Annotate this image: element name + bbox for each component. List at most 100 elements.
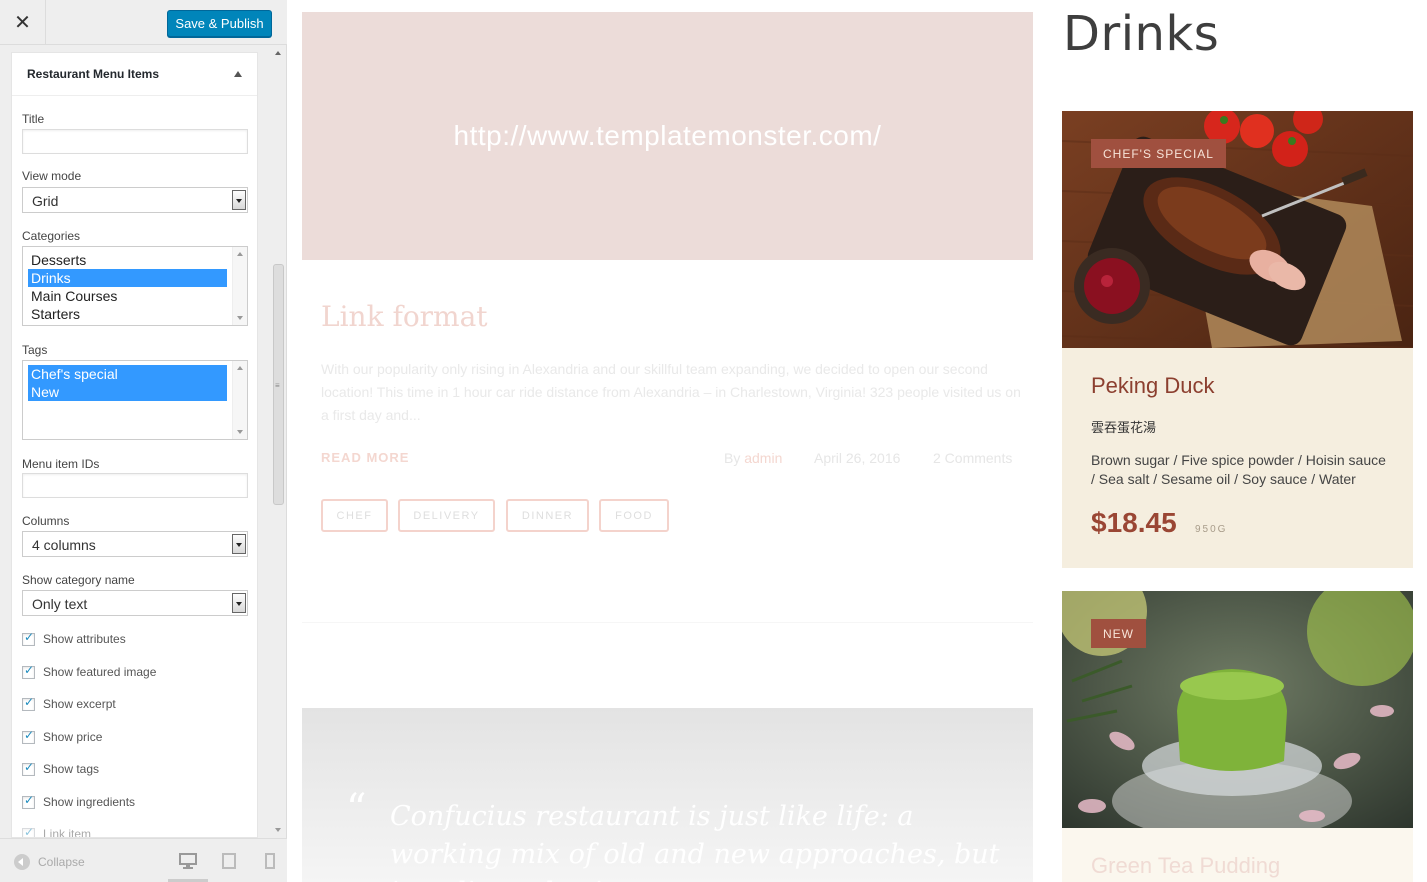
customizer-footer: Collapse <box>0 838 287 882</box>
show-category-label: Show category name <box>22 573 135 587</box>
tags-label: Tags <box>22 343 48 357</box>
show-excerpt-checkbox[interactable]: Show excerpt <box>22 695 116 711</box>
checkbox-label: Link item <box>43 827 92 838</box>
widget-header[interactable]: Restaurant Menu Items <box>12 53 257 96</box>
scroll-down-icon[interactable] <box>275 828 281 832</box>
checkbox-icon[interactable] <box>22 695 35 711</box>
category-option[interactable]: Desserts <box>28 251 227 269</box>
new-badge: NEW <box>1091 619 1146 648</box>
show-category-value: Only text <box>32 596 88 612</box>
categories-listbox[interactable]: Desserts Drinks Main Courses Starters <box>22 246 248 326</box>
post-meta-by: By admin <box>724 450 782 466</box>
columns-value: 4 columns <box>32 537 96 553</box>
listbox-scrollbar[interactable] <box>232 361 247 439</box>
checkbox-icon[interactable] <box>22 728 35 744</box>
checkbox-label: Show featured image <box>43 665 157 679</box>
dish-name[interactable]: Peking Duck <box>1091 373 1215 399</box>
categories-label: Categories <box>22 229 81 243</box>
show-price-checkbox[interactable]: Show price <box>22 728 103 744</box>
mobile-preview-icon[interactable] <box>261 853 279 869</box>
menu-item-card[interactable]: CHEF'S SPECIAL Peking Duck 雲吞蛋花湯 Brown s… <box>1062 111 1413 568</box>
checkbox-label: Show tags <box>43 762 100 776</box>
checkbox-label: Show attributes <box>43 632 126 646</box>
desktop-preview-icon[interactable] <box>179 853 197 869</box>
section-title: Drinks <box>1063 6 1220 62</box>
dish-price: $18.45 <box>1091 507 1177 538</box>
category-option[interactable]: Main Courses <box>28 287 227 305</box>
read-more-link[interactable]: READ MORE <box>321 450 409 465</box>
dish-subtitle: 雲吞蛋花湯 <box>1091 420 1157 435</box>
chefs-special-badge: CHEF'S SPECIAL <box>1091 139 1226 168</box>
checkbox-label: Show price <box>43 730 103 744</box>
post-excerpt: With our popularity only rising in Alexa… <box>321 361 1021 423</box>
sidebar-scrollbar[interactable]: ≡ <box>271 46 287 838</box>
show-ingredients-checkbox[interactable]: Show ingredients <box>22 793 136 809</box>
site-preview: http://www.templatemonster.com/ Link for… <box>288 0 1427 882</box>
tag-delivery[interactable]: DELIVERY <box>398 499 495 532</box>
collapse-button[interactable]: Collapse <box>14 854 85 870</box>
author-link[interactable]: admin <box>744 450 782 466</box>
customizer-header: ✕ Save & Publish <box>0 0 287 45</box>
checkbox-icon[interactable] <box>22 825 35 837</box>
dropdown-arrow-icon[interactable] <box>232 190 246 210</box>
link-banner[interactable]: http://www.templatemonster.com/ <box>302 12 1033 260</box>
show-attributes-checkbox[interactable]: Show attributes <box>22 630 126 646</box>
view-mode-label: View mode <box>22 169 82 183</box>
menu-ids-label: Menu item IDs <box>22 457 100 471</box>
tag-food[interactable]: FOOD <box>599 499 669 532</box>
dish-weight: 950G <box>1195 524 1228 535</box>
customizer-sidebar: ✕ Save & Publish Restaurant Menu Items T… <box>0 0 287 882</box>
dropdown-arrow-icon[interactable] <box>232 593 246 613</box>
view-mode-select[interactable]: Grid <box>22 187 248 213</box>
collapse-icon[interactable] <box>14 854 30 870</box>
category-option[interactable]: Starters <box>28 305 227 323</box>
tag-dinner[interactable]: DINNER <box>506 499 589 532</box>
show-featured-image-checkbox[interactable]: Show featured image <box>22 663 157 679</box>
menu-ids-input[interactable] <box>22 473 248 498</box>
collapse-arrow-icon[interactable] <box>234 71 242 77</box>
checkbox-icon[interactable] <box>22 793 35 809</box>
show-tags-checkbox[interactable]: Show tags <box>22 760 100 776</box>
collapse-label: Collapse <box>38 855 85 869</box>
post-date: April 26, 2016 <box>814 450 901 466</box>
meta-by-label: By <box>724 450 741 466</box>
listbox-scrollbar[interactable] <box>232 247 247 325</box>
menu-item-image[interactable]: NEW <box>1062 591 1413 828</box>
show-category-select[interactable]: Only text <box>22 590 248 616</box>
view-mode-value: Grid <box>32 193 59 209</box>
comments-link[interactable]: 2 Comments <box>933 450 1012 466</box>
columns-select[interactable]: 4 columns <box>22 531 248 557</box>
grip-icon: ≡ <box>275 381 280 390</box>
divider <box>302 622 1033 623</box>
title-input[interactable] <box>22 129 248 154</box>
dish-name[interactable]: Green Tea Pudding <box>1091 853 1280 879</box>
checkbox-icon[interactable] <box>22 663 35 679</box>
dish-ingredients: Brown sugar / Five spice powder / Hoisin… <box>1091 452 1386 487</box>
tablet-preview-icon[interactable] <box>220 853 238 869</box>
widget-title: Restaurant Menu Items <box>27 67 160 81</box>
columns-label: Columns <box>22 514 70 528</box>
tag-chef[interactable]: CHEF <box>321 499 388 532</box>
scroll-up-icon[interactable] <box>275 51 281 55</box>
checkbox-icon[interactable] <box>22 630 35 646</box>
post-title[interactable]: Link format <box>321 300 488 333</box>
link-item-checkbox[interactable]: Link item <box>22 825 92 838</box>
tags-listbox[interactable]: Chef's special New <box>22 360 248 440</box>
menu-item-image[interactable]: CHEF'S SPECIAL <box>1062 111 1413 348</box>
category-option-selected[interactable]: Drinks <box>28 269 227 287</box>
save-publish-button[interactable]: Save & Publish <box>167 10 272 37</box>
quote-icon: “ <box>346 786 367 832</box>
checkbox-label: Show excerpt <box>43 697 116 711</box>
quote-text: Confucius restaurant is just like life: … <box>390 801 1000 882</box>
title-label: Title <box>22 112 45 126</box>
widget-panel: Restaurant Menu Items Title View mode Gr… <box>11 52 258 838</box>
checkbox-label: Show ingredients <box>43 795 136 809</box>
tag-option-selected[interactable]: Chef's special <box>28 365 227 383</box>
tag-option-selected[interactable]: New <box>28 383 227 401</box>
checkbox-icon[interactable] <box>22 760 35 776</box>
dropdown-arrow-icon[interactable] <box>232 534 246 554</box>
link-url[interactable]: http://www.templatemonster.com/ <box>454 120 882 152</box>
close-icon[interactable]: ✕ <box>0 0 46 45</box>
menu-item-card[interactable]: NEW Green Tea Pudding <box>1062 591 1413 882</box>
quote-post: “ Confucius restaurant is just like life… <box>302 708 1033 882</box>
